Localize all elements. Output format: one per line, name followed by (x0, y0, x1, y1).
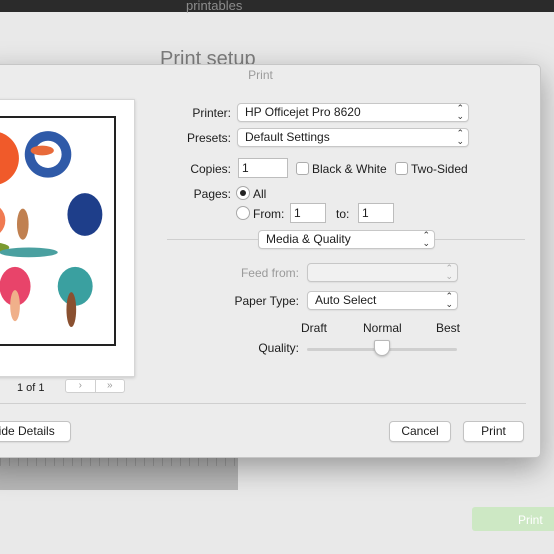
two-sided-label: Two-Sided (411, 162, 468, 176)
dialog-title: Print (248, 68, 273, 82)
print-dialog: Print 1 of 1 › » Printer: HP Officejet P… (0, 64, 541, 458)
section-select[interactable]: Media & Quality ⌃ ⌄ (258, 230, 435, 249)
feed-from-label: Feed from: (240, 266, 299, 280)
page-indicator: 1 of 1 (17, 382, 45, 394)
footer-divider (0, 403, 526, 404)
quality-label: Quality: (258, 341, 299, 355)
two-sided-checkbox[interactable] (395, 162, 408, 175)
quality-draft-label: Draft (301, 321, 328, 335)
quality-slider-knob[interactable] (374, 340, 390, 356)
background-print-button[interactable]: Print (472, 507, 554, 531)
presets-label: Presets: (186, 131, 231, 145)
chevron-updown-icon: ⌃ ⌄ (422, 230, 430, 248)
printer-value: HP Officejet Pro 8620 (245, 105, 361, 119)
quality-best-label: Best (436, 321, 461, 335)
quality-normal-label: Normal (363, 321, 402, 335)
pages-all-label: All (253, 187, 267, 201)
black-white-label: Black & White (312, 162, 387, 176)
print-preview (0, 99, 135, 377)
printer-label: Printer: (192, 106, 231, 120)
app-title-bar: printables (0, 0, 554, 13)
black-white-checkbox[interactable] (296, 162, 309, 175)
presets-value: Default Settings (245, 130, 330, 144)
chevron-updown-icon: ⌃ ⌄ (456, 128, 464, 146)
pages-to-input[interactable]: 1 (358, 203, 394, 223)
print-button[interactable]: Print (463, 421, 524, 442)
copies-label: Copies: (190, 162, 231, 176)
paper-type-value: Auto Select (315, 293, 377, 307)
paper-type-label: Paper Type: (234, 294, 300, 308)
pages-label: Pages: (193, 187, 231, 201)
last-page-button[interactable]: » (94, 380, 125, 392)
printer-select[interactable]: HP Officejet Pro 8620 ⌃ ⌄ (237, 103, 469, 122)
chevron-updown-icon: ⌃ ⌄ (445, 263, 453, 281)
pages-from-label: From: (253, 207, 285, 221)
section-value: Media & Quality (266, 232, 351, 246)
presets-select[interactable]: Default Settings ⌃ ⌄ (237, 128, 469, 147)
feed-from-select[interactable]: ⌃ ⌄ (307, 263, 458, 282)
preview-illustration (0, 116, 116, 346)
pages-all-radio[interactable] (236, 186, 250, 200)
pages-range-radio[interactable] (236, 206, 250, 220)
pages-to-label: to: (336, 207, 350, 221)
copies-input[interactable]: 1 (238, 158, 288, 178)
chevron-updown-icon: ⌃ ⌄ (445, 291, 453, 309)
hide-details-button[interactable]: Hide Details (0, 421, 71, 442)
paper-type-select[interactable]: Auto Select ⌃ ⌄ (307, 291, 458, 310)
cancel-button[interactable]: Cancel (389, 421, 451, 442)
app-title: printables (186, 0, 243, 13)
chevron-updown-icon: ⌃ ⌄ (456, 103, 464, 121)
next-page-button[interactable]: › (66, 380, 95, 392)
page-navigation: › » (65, 379, 125, 393)
pages-from-input[interactable]: 1 (290, 203, 326, 223)
